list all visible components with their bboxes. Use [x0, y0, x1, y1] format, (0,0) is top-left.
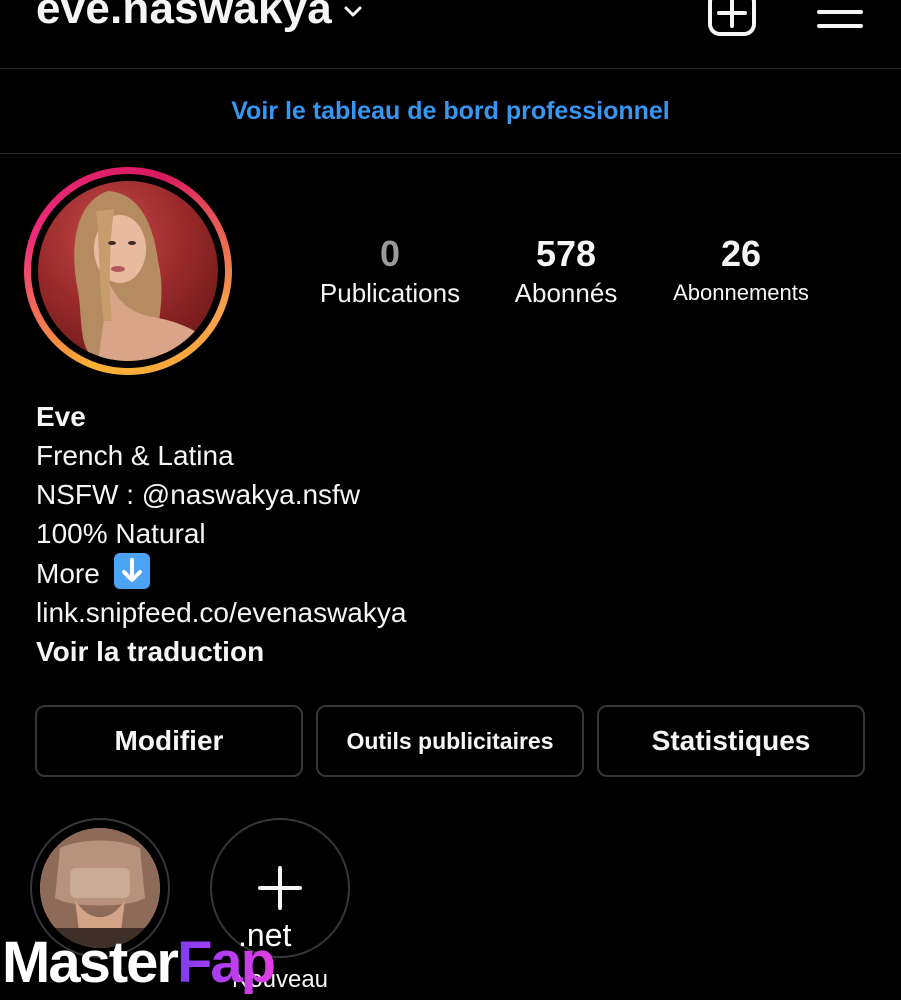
following-count: 26	[720, 233, 762, 274]
profile-stats: 0 Publications 578 Abonnés 26 Abonnement…	[300, 232, 840, 322]
down-arrow-emoji-icon	[113, 553, 150, 589]
create-post-icon[interactable]	[707, 0, 757, 38]
watermark-text: MasterFap	[2, 930, 276, 995]
professional-dashboard-link[interactable]: Voir le tableau de bord professionnel	[231, 97, 670, 126]
profile-actions: Modifier Outils publicitaires Statistiqu…	[35, 705, 866, 779]
following-label: Abonnements	[673, 280, 809, 305]
bio-line-more: More	[36, 553, 406, 593]
username: eve.naswakya	[36, 0, 332, 33]
bio-line: 100% Natural	[36, 518, 206, 549]
professional-dashboard-bar: Voir le tableau de bord professionnel	[0, 69, 901, 154]
display-name: Eve	[36, 401, 86, 432]
edit-profile-button[interactable]: Modifier	[35, 705, 303, 777]
watermark-suffix: .net	[238, 917, 292, 953]
chevron-down-icon	[344, 6, 362, 17]
bio-link[interactable]: link.snipfeed.co/evenaswakya	[36, 593, 406, 632]
posts-count: 0	[379, 233, 401, 274]
insights-button[interactable]: Statistiques	[597, 705, 865, 777]
stat-following[interactable]: 26 Abonnements	[656, 232, 826, 310]
hamburger-menu-icon[interactable]	[815, 0, 865, 38]
bio-line: French & Latina	[36, 440, 234, 471]
top-bar: eve.naswakya	[0, 0, 901, 69]
account-switcher[interactable]: eve.naswakya	[36, 0, 366, 34]
stat-followers[interactable]: 578 Abonnés	[496, 232, 636, 310]
posts-label: Publications	[319, 278, 461, 308]
watermark: MasterFap .net	[0, 917, 360, 1000]
avatar-photo	[38, 181, 218, 361]
stat-posts[interactable]: 0 Publications	[310, 232, 470, 310]
avatar-portrait-image	[74, 191, 218, 361]
avatar-ring-gap	[31, 174, 225, 368]
followers-count: 578	[535, 233, 597, 274]
watermark-main: Master	[2, 930, 179, 995]
bio-more-text: More	[36, 558, 100, 589]
ad-tools-button[interactable]: Outils publicitaires	[316, 705, 584, 777]
bio-line: NSFW : @naswakya.nsfw	[36, 479, 361, 510]
followers-label: Abonnés	[514, 278, 618, 308]
profile-bio: Eve French & Latina NSFW : @naswakya.nsf…	[36, 397, 406, 671]
profile-avatar[interactable]	[24, 167, 232, 375]
translate-link[interactable]: Voir la traduction	[36, 632, 406, 671]
